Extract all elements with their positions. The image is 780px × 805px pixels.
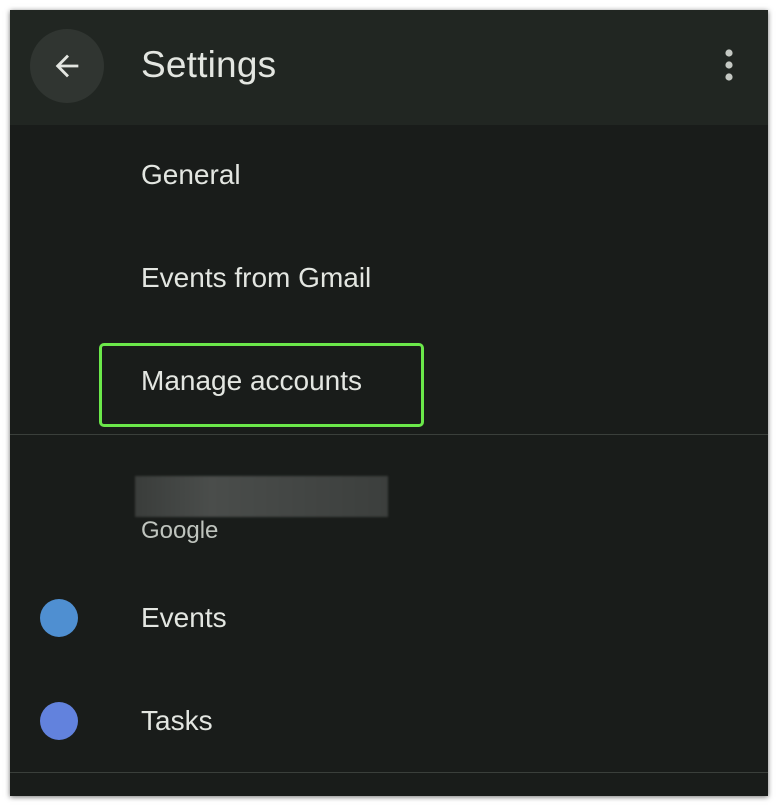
section-divider xyxy=(10,434,768,435)
top-app-bar: Settings xyxy=(10,10,768,125)
redacted-account-email xyxy=(135,476,388,517)
menu-item-manage-accounts[interactable]: Manage accounts xyxy=(141,364,362,398)
calendar-label: Tasks xyxy=(141,705,213,736)
calendar-row-tasks[interactable]: Tasks xyxy=(10,681,768,761)
calendar-color-dot xyxy=(40,702,78,740)
menu-item-general[interactable]: General xyxy=(141,158,241,192)
settings-screen: Settings General Events from Gmail Manag… xyxy=(10,10,768,796)
account-type-label: Google xyxy=(141,517,219,544)
more-vert-icon xyxy=(723,48,735,82)
arrow-back-icon xyxy=(50,49,84,83)
menu-item-events-from-gmail[interactable]: Events from Gmail xyxy=(141,261,371,295)
calendar-color-dot xyxy=(40,599,78,637)
page-title: Settings xyxy=(141,44,277,85)
bottom-divider xyxy=(10,772,768,773)
calendar-label: Events xyxy=(141,602,227,633)
back-button[interactable] xyxy=(30,29,104,103)
calendar-row-events[interactable]: Events xyxy=(10,578,768,658)
overflow-menu-button[interactable] xyxy=(706,42,752,88)
